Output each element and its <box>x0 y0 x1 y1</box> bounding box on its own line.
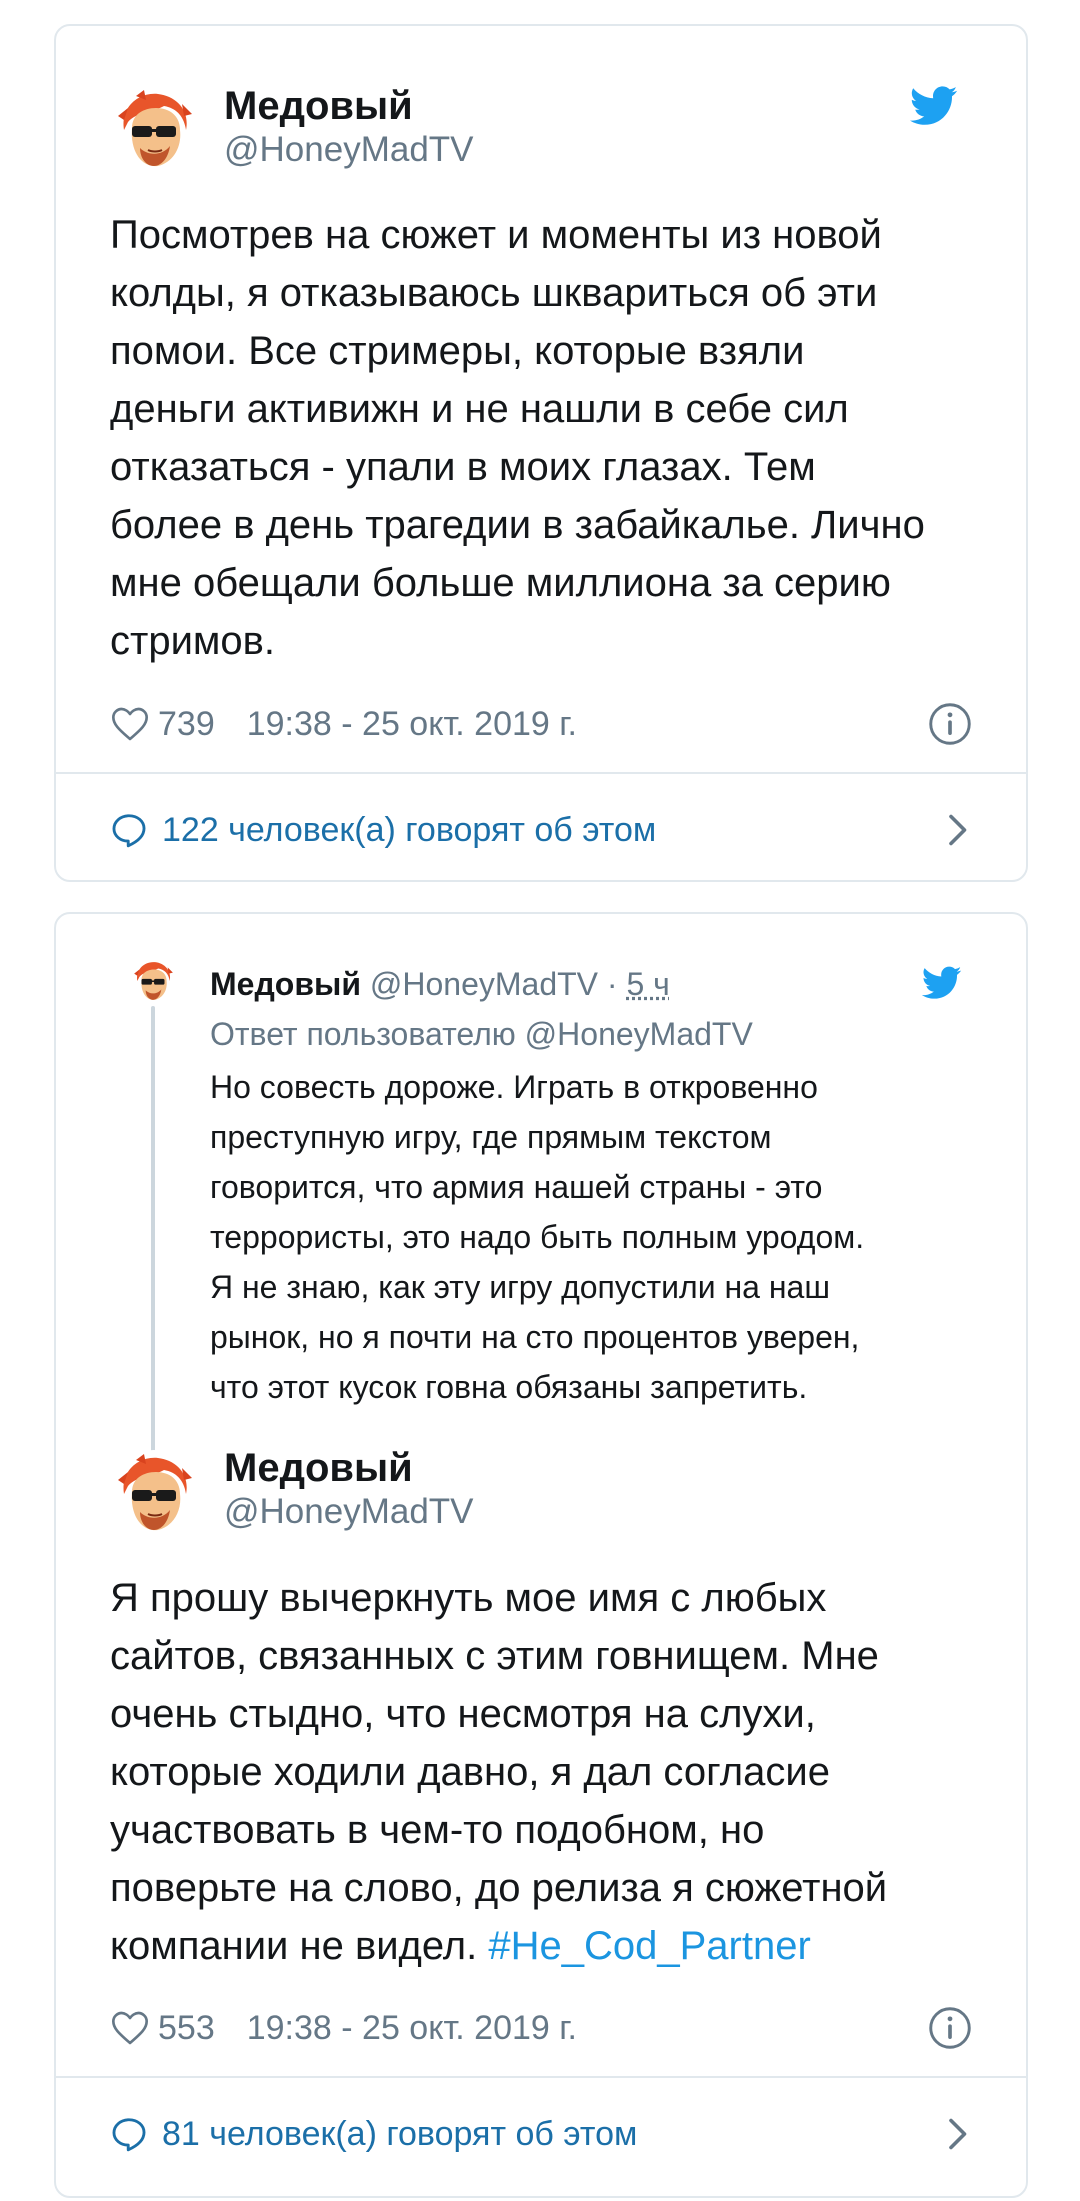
tweet-timestamp[interactable]: 19:38 - 25 окт. 2019 г. <box>247 2009 577 2048</box>
reply-body: Но совесть дороже. Играть в откровенно п… <box>210 1069 865 1405</box>
author-name[interactable]: Медовый <box>224 82 413 130</box>
speech-bubble-icon <box>110 811 148 849</box>
author-avatar[interactable] <box>110 86 198 174</box>
conversation-link[interactable]: 122 человек(а) говорят об этом <box>110 804 972 856</box>
tweet-body-text: Я прошу вычеркнуть мое имя с любых сайто… <box>110 1576 888 1968</box>
tweet-meta: 739 19:38 - 25 окт. 2019 г. <box>110 700 577 748</box>
tweet-meta: 553 19:38 - 25 окт. 2019 г. <box>110 2004 577 2052</box>
chevron-right-icon[interactable] <box>942 812 972 848</box>
heart-icon[interactable] <box>110 704 150 744</box>
tweet-body: Посмотрев на сюжет и моменты из новой ко… <box>110 213 925 663</box>
tweet-body: Я прошу вычеркнуть мое имя с любых сайто… <box>110 1569 990 1975</box>
author-handle[interactable]: @HoneyMadTV <box>224 1490 474 1534</box>
divider <box>56 772 1026 774</box>
tweet-timestamp[interactable]: 19:38 - 25 окт. 2019 г. <box>247 705 577 744</box>
hashtag-link[interactable]: #He_Cod_Partner <box>488 1924 810 1968</box>
speech-bubble-icon <box>110 2115 148 2153</box>
twitter-bird-icon[interactable] <box>910 86 958 126</box>
reply-author-handle[interactable]: @HoneyMadTV <box>370 966 598 1002</box>
reply-time[interactable]: 5 ч <box>626 966 669 1002</box>
twitter-bird-icon[interactable] <box>922 966 962 1000</box>
reply-header: Медовый @HoneyMadTV · 5 ч <box>210 962 670 1006</box>
reply-to-label[interactable]: Ответ пользователю @HoneyMadTV <box>210 1012 753 1056</box>
tweet-card[interactable]: Медовый @HoneyMadTV · 5 ч Ответ пользова… <box>54 912 1028 2198</box>
thread-line <box>151 1006 155 1526</box>
author-handle[interactable]: @HoneyMadTV <box>224 128 474 172</box>
info-icon[interactable] <box>928 2006 972 2050</box>
divider <box>56 2076 1026 2078</box>
info-icon[interactable] <box>928 702 972 746</box>
reply-author-avatar[interactable] <box>130 958 176 1004</box>
like-count[interactable]: 553 <box>158 2009 215 2048</box>
chevron-right-icon[interactable] <box>942 2116 972 2152</box>
conversation-text[interactable]: 122 человек(а) говорят об этом <box>162 811 656 850</box>
author-name[interactable]: Медовый <box>224 1444 413 1492</box>
conversation-link[interactable]: 81 человек(а) говорят об этом <box>110 2108 972 2160</box>
heart-icon[interactable] <box>110 2008 150 2048</box>
conversation-text[interactable]: 81 человек(а) говорят об этом <box>162 2115 637 2154</box>
author-avatar[interactable] <box>110 1450 198 1538</box>
tweet-card[interactable]: Медовый @HoneyMadTV Посмотрев на сюжет и… <box>54 24 1028 882</box>
separator: · <box>598 966 627 1002</box>
reply-author-name[interactable]: Медовый <box>210 966 361 1002</box>
like-count[interactable]: 739 <box>158 705 215 744</box>
